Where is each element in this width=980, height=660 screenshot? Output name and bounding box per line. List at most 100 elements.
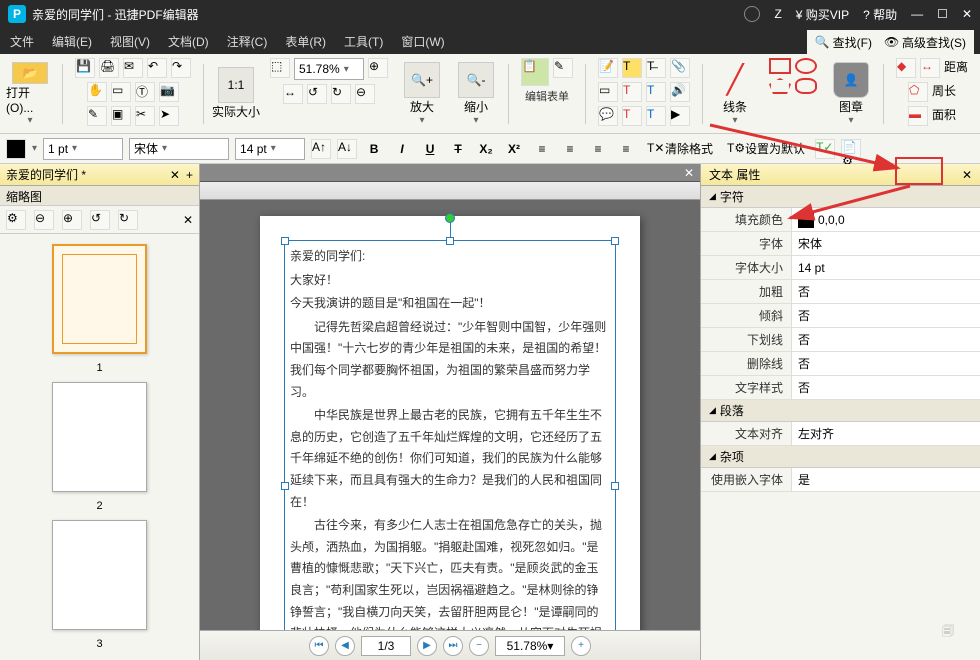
polygon-icon[interactable] — [769, 78, 791, 94]
align-right-button[interactable]: ≡ — [587, 138, 609, 160]
thumb-zoom-in-icon[interactable]: ⊕ — [62, 210, 82, 230]
perim-icon[interactable]: ⬠ — [908, 82, 928, 102]
globe-icon[interactable] — [744, 6, 760, 22]
form-edit-icon[interactable]: ✎ — [553, 58, 573, 78]
prop-bold[interactable]: 加粗否 — [701, 280, 980, 304]
nav-zoom-out-button[interactable]: − — [469, 636, 489, 656]
dist-icon[interactable]: ↔ — [920, 58, 940, 78]
menu-view[interactable]: 视图(V) — [110, 33, 150, 50]
sound-icon[interactable]: 🔊 — [670, 82, 690, 102]
rect-icon[interactable] — [769, 58, 791, 74]
menu-doc[interactable]: 文档(D) — [168, 33, 209, 50]
strike-button[interactable]: T — [447, 138, 469, 160]
line-button[interactable]: ╱ 线条▾ — [711, 62, 759, 126]
superscript-button[interactable]: X² — [503, 138, 525, 160]
adv-find-button[interactable]: 👁高级查找(S) — [880, 32, 970, 53]
edit-obj-icon[interactable]: ▣ — [111, 106, 131, 126]
maximize-button[interactable]: ☐ — [937, 7, 948, 21]
replace-icon[interactable]: T — [646, 106, 666, 126]
rotate-right-icon[interactable]: ↻ — [331, 84, 351, 104]
thumbnail-3[interactable] — [52, 520, 147, 630]
minimize-button[interactable]: — — [911, 7, 923, 21]
prop-underline[interactable]: 下划线否 — [701, 328, 980, 352]
find-button[interactable]: 🔍查找(F) — [811, 32, 876, 53]
prop-align[interactable]: 文本对齐左对齐 — [701, 422, 980, 446]
resize-handle[interactable] — [611, 482, 619, 490]
clear-format-button[interactable]: T✕清除格式 — [643, 138, 717, 159]
section-character[interactable]: ◢字符 — [701, 186, 980, 208]
prop-fontsize[interactable]: 字体大小14 pt — [701, 256, 980, 280]
menu-form[interactable]: 表单(R) — [285, 33, 326, 50]
tab-add-icon[interactable]: + — [186, 168, 193, 182]
page-1[interactable]: 亲爱的同学们: 大家好！ 今天我演讲的题目是"和祖国在一起"！ 记得先哲梁启超曾… — [260, 216, 640, 630]
rotate-handle[interactable] — [445, 213, 455, 223]
prop-font[interactable]: 字体宋体 — [701, 232, 980, 256]
properties-close-icon[interactable]: ✕ — [962, 168, 972, 182]
bold-button[interactable]: B — [363, 138, 385, 160]
section-misc[interactable]: ◢杂项 — [701, 446, 980, 468]
zoom-field[interactable]: 51.78%▾ — [294, 58, 364, 80]
redo-icon[interactable]: ↷ — [171, 58, 191, 78]
underline-button[interactable]: U — [419, 138, 441, 160]
squiggly-icon[interactable]: T — [622, 106, 642, 126]
text-selection-box[interactable] — [284, 240, 616, 630]
thumb-zoom-out-icon[interactable]: ⊖ — [34, 210, 54, 230]
menu-edit[interactable]: 编辑(E) — [52, 33, 92, 50]
prop-italic[interactable]: 倾斜否 — [701, 304, 980, 328]
textbox-icon[interactable]: ▭ — [598, 82, 618, 102]
resize-handle[interactable] — [281, 482, 289, 490]
font-shrink-icon[interactable]: A↓ — [337, 139, 357, 159]
font-grow-icon[interactable]: A↑ — [311, 139, 331, 159]
next-page-button[interactable]: ▶ — [417, 636, 437, 656]
prop-fillcolor[interactable]: 填充颜色0,0,0 — [701, 208, 980, 232]
pointer-icon[interactable]: ➤ — [159, 106, 179, 126]
print-icon[interactable]: 🖨 — [99, 58, 119, 78]
hand-icon[interactable]: ✋ — [87, 82, 107, 102]
highlight-icon[interactable]: T — [622, 58, 642, 78]
vip-button[interactable]: ¥ 购买VIP — [796, 6, 849, 23]
prop-embed[interactable]: 使用嵌入字体是 — [701, 468, 980, 492]
tab-close-icon[interactable]: ✕ — [170, 168, 180, 182]
center-close-icon[interactable]: ✕ — [678, 164, 700, 182]
open-button[interactable]: 📂 打开(O)...▾ — [6, 62, 54, 126]
fit-page-icon[interactable]: ⬚ — [270, 58, 290, 78]
line-width-select[interactable]: 1 pt▾ — [43, 138, 123, 160]
first-page-button[interactable]: ⏮ — [309, 636, 329, 656]
section-paragraph[interactable]: ◢段落 — [701, 400, 980, 422]
actual-size-button[interactable]: 1:1 实际大小 — [212, 62, 260, 126]
align-left-button[interactable]: ≡ — [531, 138, 553, 160]
menu-comment[interactable]: 注释(C) — [227, 33, 268, 50]
prop-strike[interactable]: 删除线否 — [701, 352, 980, 376]
menu-file[interactable]: 文件 — [10, 33, 34, 50]
gear-icon[interactable]: ⚙ — [6, 210, 26, 230]
undo-icon[interactable]: ↶ — [147, 58, 167, 78]
attach-icon[interactable]: 📎 — [670, 58, 690, 78]
nav-zoom-field[interactable]: 51.78% ▾ — [495, 636, 565, 656]
callout-icon[interactable]: 💬 — [598, 106, 618, 126]
nav-zoom-in-button[interactable]: + — [571, 636, 591, 656]
thumb-rotate-right-icon[interactable]: ↻ — [118, 210, 138, 230]
text-select-icon[interactable]: Ⓣ — [135, 82, 155, 102]
clip-icon[interactable]: ✂ — [135, 106, 155, 126]
align-center-button[interactable]: ≡ — [559, 138, 581, 160]
thumbnails-close-icon[interactable]: ✕ — [183, 213, 193, 227]
email-icon[interactable]: ✉ — [123, 58, 143, 78]
prev-page-button[interactable]: ◀ — [335, 636, 355, 656]
user-label[interactable]: Z — [774, 7, 781, 21]
zoom-out-icon[interactable]: ⊖ — [355, 84, 375, 104]
note-icon[interactable]: 📝 — [598, 58, 618, 78]
eraser-icon[interactable]: ◆ — [896, 58, 916, 78]
last-page-button[interactable]: ⏭ — [443, 636, 463, 656]
italic-button[interactable]: I — [391, 138, 413, 160]
form-icon[interactable]: 📋 — [521, 58, 549, 86]
close-button[interactable]: ✕ — [962, 7, 972, 21]
menu-tool[interactable]: 工具(T) — [344, 33, 383, 50]
check-icon[interactable]: T✓ — [815, 139, 835, 159]
edit-text-icon[interactable]: ✎ — [87, 106, 107, 126]
save-icon[interactable]: 💾 — [75, 58, 95, 78]
resize-handle[interactable] — [611, 237, 619, 245]
resize-handle[interactable] — [281, 237, 289, 245]
menu-window[interactable]: 窗口(W) — [401, 33, 444, 50]
snapshot-icon[interactable]: 📷 — [159, 82, 179, 102]
zoom-in-icon[interactable]: ⊕ — [368, 58, 388, 78]
